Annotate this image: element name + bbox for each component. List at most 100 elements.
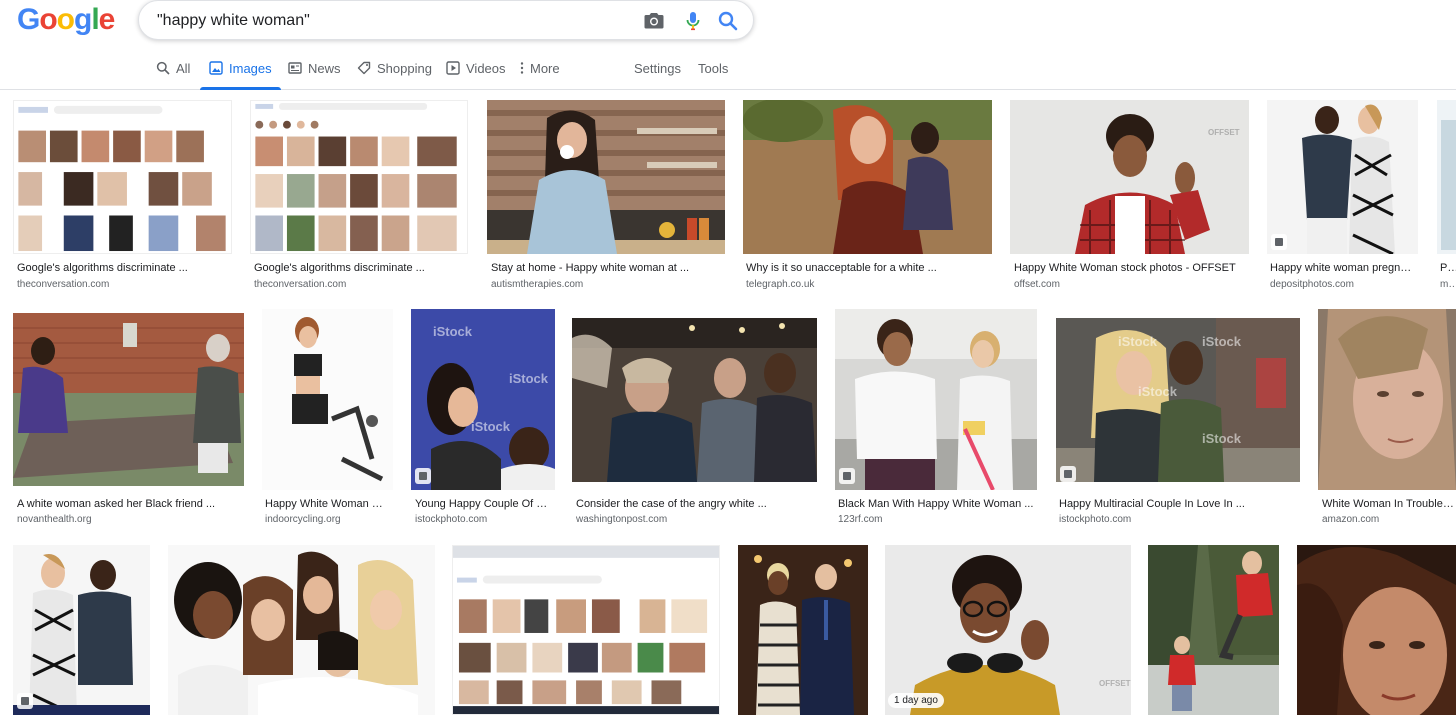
photo-multiracial-couple xyxy=(1056,318,1300,482)
result-image[interactable] xyxy=(1148,545,1279,715)
photo-couple-pregnant xyxy=(13,545,150,715)
search-icon[interactable] xyxy=(716,9,740,33)
result-image[interactable] xyxy=(1267,100,1418,254)
time-badge: 1 day ago xyxy=(888,693,944,708)
result-image[interactable]: OFFSET xyxy=(1010,100,1249,254)
result-source[interactable]: theconversation.com xyxy=(254,279,464,290)
photo-kitchen-woman xyxy=(487,100,725,254)
google-logo[interactable]: Google xyxy=(17,3,115,37)
result-image[interactable] xyxy=(262,309,393,490)
result-image[interactable] xyxy=(1297,545,1456,715)
result-source[interactable]: istockphoto.com xyxy=(415,514,552,525)
result-title[interactable]: Google's algorithms discriminate ... xyxy=(17,262,227,274)
result-source[interactable]: 123rf.com xyxy=(838,514,1034,525)
result-title[interactable]: Why is it so unacceptable for a white ..… xyxy=(746,262,988,274)
result-source[interactable]: telegraph.co.uk xyxy=(746,279,988,290)
photo-couple-event xyxy=(738,545,868,715)
result-image[interactable] xyxy=(13,545,150,715)
tab-news[interactable]: News xyxy=(288,52,341,90)
tab-videos[interactable]: Videos xyxy=(446,52,506,90)
tab-shopping[interactable]: Shopping xyxy=(357,52,432,90)
result-source[interactable]: novanthealth.org xyxy=(17,514,241,525)
result-source[interactable]: autismtherapies.com xyxy=(491,279,723,290)
result-image[interactable] xyxy=(743,100,992,254)
result-image[interactable] xyxy=(452,545,720,715)
photo-couple-pregnant xyxy=(1267,100,1418,254)
result-image[interactable] xyxy=(738,545,868,715)
search-input[interactable] xyxy=(157,10,627,32)
photo-picnic-table xyxy=(13,313,244,486)
result-title[interactable]: Happy White Woman Ri... xyxy=(265,498,390,510)
tab-more[interactable]: More xyxy=(519,52,560,90)
result-title[interactable]: Stay at home - Happy white woman at ... xyxy=(491,262,723,274)
tag-icon xyxy=(357,61,371,75)
search-tabs: All Images News Shopping Videos More Set… xyxy=(0,52,1456,90)
result-source[interactable]: offset.com xyxy=(1014,279,1246,290)
logo-letter: l xyxy=(91,3,99,36)
result-source[interactable]: istockphoto.com xyxy=(1059,514,1297,525)
tab-images[interactable]: Images xyxy=(200,52,281,90)
result-title[interactable]: Happy white woman pregna... xyxy=(1270,262,1415,274)
photo-partial xyxy=(1437,100,1456,254)
result-image[interactable]: iStock iStock iStock xyxy=(411,309,555,490)
watermark-text: iStock xyxy=(509,371,549,386)
result-source[interactable]: indoorcycling.org xyxy=(265,514,390,525)
image-badge-icon xyxy=(1271,234,1287,250)
screenshot-thumbnail xyxy=(255,102,457,252)
result-title[interactable]: A white woman asked her Black friend ... xyxy=(17,498,241,510)
result-image[interactable] xyxy=(1437,100,1456,254)
tab-label: Shopping xyxy=(377,61,432,76)
result-source[interactable]: theconversation.com xyxy=(17,279,227,290)
result-source[interactable]: depositphotos.com xyxy=(1270,279,1415,290)
photo-woman-jumping-snow xyxy=(1148,545,1279,715)
result-image[interactable]: OFFSET 1 day ago xyxy=(885,545,1131,715)
result-title[interactable]: Black Man With Happy White Woman ... xyxy=(838,498,1034,510)
result-title[interactable]: Por xyxy=(1440,262,1456,274)
photo-woman-bike xyxy=(262,309,393,490)
news-icon xyxy=(288,62,302,74)
header: Google All Images News xyxy=(0,0,1456,90)
result-source[interactable]: washingtonpost.com xyxy=(576,514,814,525)
result-title[interactable]: Google's algorithms discriminate ... xyxy=(254,262,464,274)
settings-link[interactable]: Settings xyxy=(634,52,681,90)
result-image[interactable]: iStock iStock iStock iStock xyxy=(1056,318,1300,482)
camera-icon[interactable] xyxy=(642,9,666,33)
tab-label: Settings xyxy=(634,61,681,76)
watermark-text: iStock xyxy=(433,324,473,339)
image-badge-icon xyxy=(839,468,855,484)
result-image[interactable] xyxy=(13,313,244,486)
screenshot-thumbnail xyxy=(453,546,719,714)
result-source[interactable]: mar xyxy=(1440,279,1456,290)
result-image[interactable] xyxy=(1318,309,1456,490)
watermark-text: iStock xyxy=(1118,334,1158,349)
watermark-text: iStock xyxy=(471,419,511,434)
photo-couple-kitchen xyxy=(835,309,1037,490)
logo-letter: G xyxy=(17,3,40,36)
logo-letter: o xyxy=(56,3,75,36)
result-image[interactable] xyxy=(13,100,232,254)
result-image[interactable] xyxy=(835,309,1037,490)
more-vert-icon xyxy=(520,62,524,74)
tools-link[interactable]: Tools xyxy=(698,52,728,90)
search-icon xyxy=(156,61,170,75)
result-image[interactable] xyxy=(250,100,468,254)
result-source[interactable]: amazon.com xyxy=(1322,514,1456,525)
result-title[interactable]: Happy Multiracial Couple In Love In ... xyxy=(1059,498,1297,510)
result-title[interactable]: Happy White Woman stock photos - OFFSET xyxy=(1014,262,1246,274)
watermark-text: iStock xyxy=(1202,334,1242,349)
result-title[interactable]: White Woman In Trouble by xyxy=(1322,498,1456,510)
watermark-text: OFFSET xyxy=(1099,679,1131,688)
photo-angry-crowd xyxy=(572,318,817,482)
tab-label: News xyxy=(308,61,341,76)
result-title[interactable]: Consider the case of the angry white ... xyxy=(576,498,814,510)
photo-woman-child xyxy=(743,100,992,254)
result-title[interactable]: Young Happy Couple Of Bl... xyxy=(415,498,552,510)
result-image[interactable] xyxy=(572,318,817,482)
tab-all[interactable]: All xyxy=(156,52,190,90)
microphone-icon[interactable] xyxy=(681,9,705,33)
result-image[interactable] xyxy=(487,100,725,254)
result-image[interactable] xyxy=(168,545,435,715)
tab-label: Videos xyxy=(466,61,506,76)
play-icon xyxy=(446,61,460,75)
tab-label: Images xyxy=(229,61,272,76)
